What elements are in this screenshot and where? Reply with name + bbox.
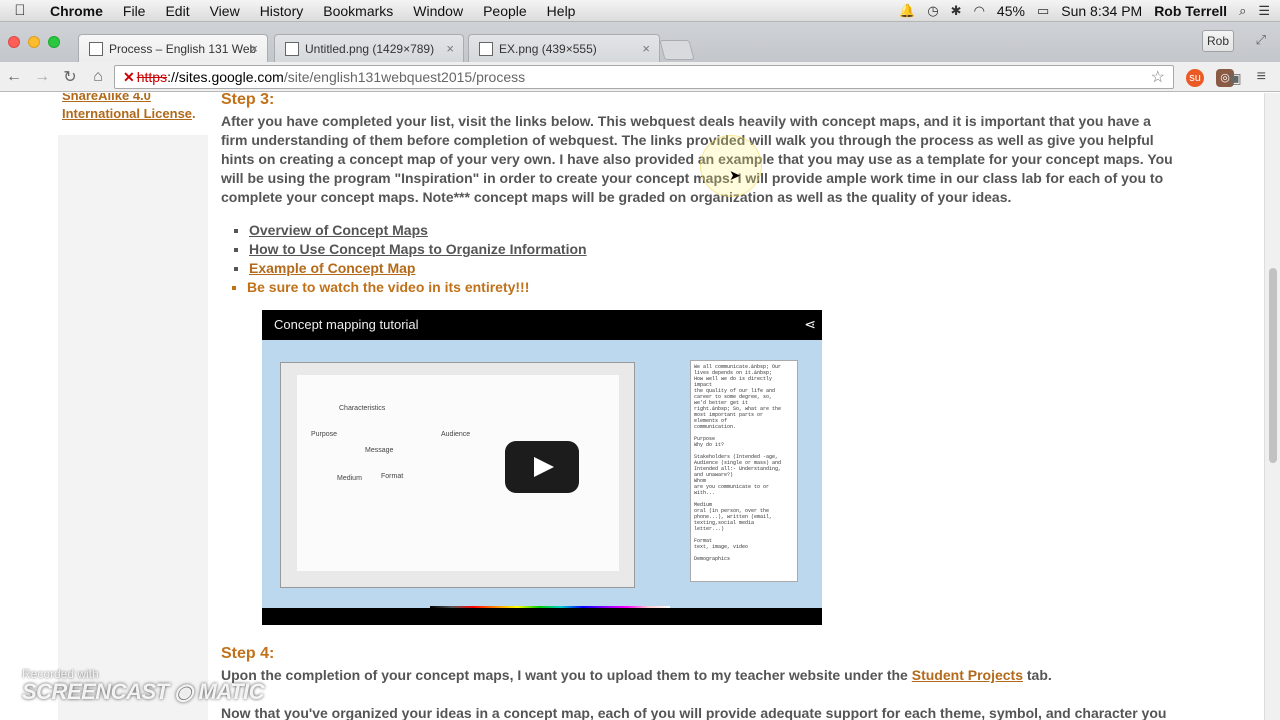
menu-history[interactable]: History [250, 3, 314, 19]
tab-untitled-png[interactable]: Untitled.png (1429×789) × [274, 34, 464, 62]
node-message: Message [365, 447, 394, 454]
profile-button[interactable]: Rob [1202, 30, 1234, 52]
image-favicon-icon [479, 42, 493, 56]
tab-title: Untitled.png (1429×789) [305, 41, 435, 56]
notification-center-icon[interactable]: ☰ [1258, 3, 1270, 19]
sites-favicon-icon [89, 42, 103, 56]
click-highlight [700, 135, 762, 197]
mac-menubar:  Chrome File Edit View History Bookmark… [0, 0, 1280, 22]
reload-icon[interactable]: ↻ [56, 67, 84, 87]
step4-text-after: tab. [1026, 667, 1052, 683]
tab-ex-png[interactable]: EX.png (439×555) × [468, 34, 660, 62]
menu-file[interactable]: File [113, 3, 156, 19]
close-tab-icon[interactable]: × [642, 41, 650, 56]
close-tab-icon[interactable]: × [250, 41, 258, 56]
bluetooth-icon[interactable]: ✱ [951, 3, 962, 19]
url-scheme: https [136, 69, 168, 85]
node-medium: Medium [337, 475, 362, 482]
browser-toolbar: ← → ↻ ⌂ ✕ https ://sites.google.com /sit… [0, 62, 1280, 92]
broken-lock-icon[interactable]: ✕ [123, 69, 135, 86]
page-content: ShareAlike 4.0 International License. St… [0, 93, 1264, 720]
step4-heading: Step 4: [221, 645, 275, 662]
node-characteristics: Characteristics [339, 405, 386, 412]
video-notes-panel: We all communicate.&nbsp; Our lives depe… [690, 360, 798, 582]
step3-link-list: Overview of Concept Maps How to Use Conc… [247, 221, 1181, 297]
close-window-button[interactable] [8, 36, 20, 48]
example-concept-map-link[interactable]: Example of Concept Map [249, 260, 415, 276]
step4-paragraph: Upon the completion of your concept maps… [221, 666, 1181, 685]
node-format: Format [381, 473, 404, 480]
step4-text-before: Upon the completion of your concept maps… [221, 667, 908, 683]
address-bar[interactable]: ✕ https ://sites.google.com /site/englis… [114, 65, 1174, 89]
tab-strip: Process – English 131 Web × Untitled.png… [0, 22, 1280, 62]
mouse-cursor-icon: ➤ [729, 167, 741, 183]
zoom-window-button[interactable] [48, 36, 60, 48]
tab-process[interactable]: Process – English 131 Web × [78, 34, 268, 62]
menu-edit[interactable]: Edit [155, 3, 199, 19]
menu-bookmarks[interactable]: Bookmarks [313, 3, 403, 19]
stumbleupon-extension-icon[interactable]: su [1186, 69, 1204, 87]
url-path: /site/english131webquest2015/process [283, 69, 526, 85]
menu-app-name[interactable]: Chrome [40, 3, 113, 19]
url-host: ://sites.google.com [167, 69, 284, 85]
menu-view[interactable]: View [200, 3, 250, 19]
screencast-o-matic-logo: SCREENCAST ◉ MATIC [22, 679, 265, 704]
step4-next-paragraph: Now that you've organized your ideas in … [221, 705, 1167, 720]
how-to-use-concept-maps-link[interactable]: How to Use Concept Maps to Organize Info… [249, 241, 587, 257]
scrollbar-thumb[interactable] [1269, 268, 1277, 463]
watch-video-note: Be sure to watch the video in its entire… [247, 278, 1181, 297]
bookmark-star-icon[interactable]: ☆ [1151, 67, 1165, 87]
chrome-menu-icon[interactable]: ≡ [1257, 68, 1266, 86]
home-icon[interactable]: ⌂ [84, 68, 112, 86]
forward-arrow-icon[interactable]: → [28, 68, 56, 86]
minimize-window-button[interactable] [28, 36, 40, 48]
license-tail: . [192, 106, 196, 121]
spotlight-search-icon[interactable]: ⌕ [1239, 3, 1246, 19]
extension-icon[interactable]: ▣ [1226, 69, 1244, 87]
fullscreen-icon[interactable]: ⤢ [1256, 32, 1266, 48]
time-machine-icon[interactable]: ◷ [927, 3, 938, 19]
play-button-icon[interactable] [505, 441, 579, 493]
list-item: Example of Concept Map [249, 259, 1181, 278]
wifi-icon[interactable]: ◠ [974, 3, 985, 19]
video-bottom-bar [262, 608, 822, 625]
license-link-2[interactable]: International License [62, 106, 192, 121]
apple-icon[interactable]:  [0, 2, 40, 19]
new-tab-button[interactable] [659, 40, 695, 60]
video-title[interactable]: Concept mapping tutorial [274, 317, 419, 332]
node-purpose: Purpose [311, 431, 338, 438]
step3-heading: Step 3: [221, 93, 275, 108]
image-favicon-icon [285, 42, 299, 56]
clock[interactable]: Sun 8:34 PM [1061, 3, 1142, 19]
close-tab-icon[interactable]: × [446, 41, 454, 56]
left-sidebar [58, 135, 208, 720]
list-item: How to Use Concept Maps to Organize Info… [249, 240, 1181, 259]
battery-percent: 45% [996, 2, 1025, 19]
menu-help[interactable]: Help [537, 3, 586, 19]
battery-icon[interactable]: ▭ [1037, 3, 1049, 19]
notification-bell-icon[interactable]: 🔔 [899, 3, 915, 19]
share-icon[interactable]: ⋖ [804, 316, 816, 333]
page-scrollbar[interactable] [1264, 93, 1280, 720]
main-column: Step 3: After you have completed your li… [221, 93, 1181, 720]
license-text: ShareAlike 4.0 International License. [62, 93, 196, 123]
youtube-video-embed[interactable]: Concept mapping tutorial ⋖ Characteristi… [262, 310, 822, 625]
menu-people[interactable]: People [473, 3, 537, 19]
student-projects-link[interactable]: Student Projects [912, 667, 1023, 683]
overview-concept-maps-link[interactable]: Overview of Concept Maps [249, 222, 428, 238]
window-controls [8, 36, 60, 48]
list-item: Overview of Concept Maps [249, 221, 1181, 240]
user-name[interactable]: Rob Terrell [1154, 3, 1227, 19]
menu-window[interactable]: Window [403, 3, 473, 19]
inspiration-window: Characteristics Purpose Audience Message… [280, 362, 635, 588]
node-audience: Audience [441, 431, 471, 438]
back-arrow-icon[interactable]: ← [0, 68, 28, 86]
tab-title: Process – English 131 Web [109, 41, 257, 56]
tab-title: EX.png (439×555) [499, 41, 597, 56]
license-link-1[interactable]: ShareAlike 4.0 [62, 93, 151, 103]
